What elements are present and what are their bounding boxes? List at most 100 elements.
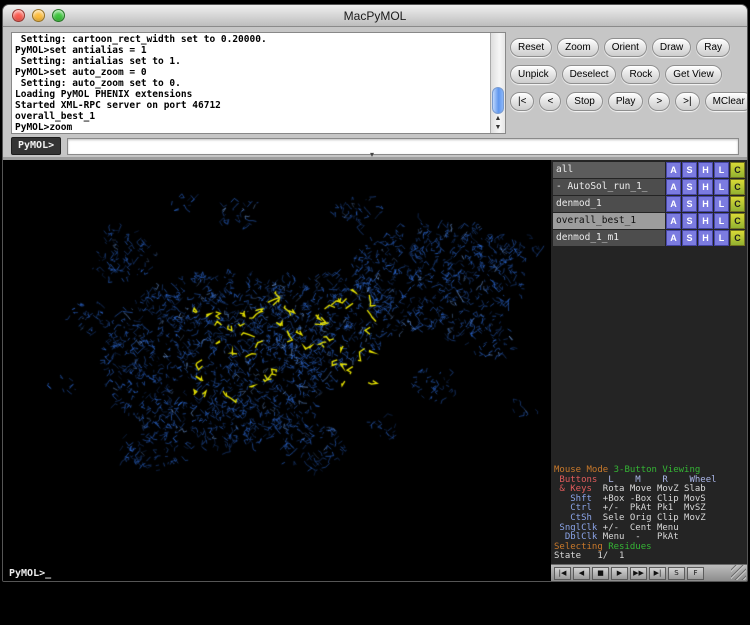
mouse-help-text: L M R Wheel (597, 475, 716, 485)
object-h-menu-button[interactable]: H (698, 162, 713, 178)
main-area: PyMOL>_ allASHLC- AutoSol_run_1_ASHLCden… (3, 160, 747, 581)
object-row: allASHLC (553, 162, 745, 178)
vcr-button[interactable]: ▶ (611, 567, 628, 580)
control-button-[interactable]: > (648, 92, 670, 111)
object-s-menu-button[interactable]: S (682, 162, 697, 178)
object-s-menu-button[interactable]: S (682, 196, 697, 212)
scrollbar-arrows: ▲ ▼ (491, 114, 505, 132)
console-line: Loading PyMOL PHENIX extensions (15, 89, 487, 100)
3d-viewport[interactable]: PyMOL>_ (3, 160, 551, 582)
control-button-[interactable]: |< (510, 92, 534, 111)
mouse-help-text: DblClk (554, 532, 597, 542)
titlebar[interactable]: MacPyMOL (3, 5, 747, 27)
scroll-up-icon[interactable]: ▲ (491, 114, 505, 123)
console-log: Setting: cartoon_rect_width set to 0.200… (12, 33, 490, 133)
scroll-down-icon[interactable]: ▼ (491, 123, 505, 132)
object-name-denmod-1[interactable]: denmod_1 (553, 196, 665, 212)
scrollbar-thumb[interactable] (492, 87, 504, 114)
object-l-menu-button[interactable]: L (714, 230, 729, 246)
mouse-help-text: 3-Button Viewing (608, 465, 700, 475)
control-button-deselect[interactable]: Deselect (562, 65, 617, 84)
object-a-menu-button[interactable]: A (666, 179, 681, 195)
object-c-menu-button[interactable]: C (730, 179, 745, 195)
object-l-menu-button[interactable]: L (714, 213, 729, 229)
object-s-menu-button[interactable]: S (682, 230, 697, 246)
object-a-menu-button[interactable]: A (666, 230, 681, 246)
object-h-menu-button[interactable]: H (698, 196, 713, 212)
object-a-menu-button[interactable]: A (666, 162, 681, 178)
traffic-lights (12, 9, 65, 22)
minimize-button[interactable] (32, 9, 45, 22)
console-line: Setting: auto_zoom set to 0. (15, 78, 487, 89)
object-c-menu-button[interactable]: C (730, 196, 745, 212)
object-name-all[interactable]: all (553, 162, 665, 178)
vcr-button-f[interactable]: F (687, 567, 704, 580)
object-name-overall-best-1[interactable]: overall_best_1 (553, 213, 665, 229)
console-scrollbar[interactable]: ▲ ▼ (490, 33, 505, 133)
mouse-help-text: & Keys (554, 484, 597, 494)
object-c-menu-button[interactable]: C (730, 213, 745, 229)
control-button-unpick[interactable]: Unpick (510, 65, 557, 84)
control-button-mclear[interactable]: MClear (705, 92, 748, 111)
mouse-help-text: Rota Move MovZ Slab (597, 484, 705, 494)
control-button-play[interactable]: Play (608, 92, 643, 111)
object-a-menu-button[interactable]: A (666, 213, 681, 229)
object-l-menu-button[interactable]: L (714, 162, 729, 178)
object-h-menu-button[interactable]: H (698, 213, 713, 229)
object-s-menu-button[interactable]: S (682, 179, 697, 195)
mouse-help-text: Sele Orig Clip MovZ (597, 513, 705, 523)
object-row: overall_best_1ASHLC (553, 213, 745, 229)
object-l-menu-button[interactable]: L (714, 196, 729, 212)
control-button-ray[interactable]: Ray (696, 38, 730, 57)
mouse-help-text: State (554, 551, 587, 561)
window-title: MacPyMOL (344, 9, 407, 23)
control-button-reset[interactable]: Reset (510, 38, 552, 57)
object-a-menu-button[interactable]: A (666, 196, 681, 212)
viewport-prompt: PyMOL>_ (9, 568, 51, 579)
command-row: PyMOL> (3, 135, 747, 157)
control-button-getview[interactable]: Get View (665, 65, 721, 84)
mouse-help-panel: Mouse Mode 3-Button Viewing Buttons L M … (554, 466, 747, 562)
mouse-help-text: Menu - PkAt (597, 532, 678, 542)
mouse-help-text: 1/ 1 (587, 551, 625, 561)
object-name-AutoSol-run-1[interactable]: - AutoSol_run_1_ (553, 179, 665, 195)
upper-gui-pane: Setting: cartoon_rect_width set to 0.200… (3, 28, 747, 157)
object-name-denmod-1-m1[interactable]: denmod_1_m1 (553, 230, 665, 246)
vcr-button[interactable]: ■ (592, 567, 609, 580)
control-button-rock[interactable]: Rock (621, 65, 660, 84)
mouse-help-text: Shft (554, 494, 597, 504)
control-button-[interactable]: < (539, 92, 561, 111)
console-line: Started XML-RPC server on port 46712 (15, 100, 487, 111)
control-button-orient[interactable]: Orient (604, 38, 647, 57)
control-button-stop[interactable]: Stop (566, 92, 603, 111)
control-button-zoom[interactable]: Zoom (557, 38, 599, 57)
command-input[interactable] (67, 138, 739, 155)
object-c-menu-button[interactable]: C (730, 162, 745, 178)
vcr-button-s[interactable]: S (668, 567, 685, 580)
control-button-row: |<<StopPlay>>|MClear (510, 92, 743, 111)
control-button-[interactable]: >| (675, 92, 699, 111)
vcr-button[interactable]: ◀ (573, 567, 590, 580)
object-list: allASHLC- AutoSol_run_1_ASHLCdenmod_1ASH… (551, 160, 747, 246)
density-mesh-canvas[interactable] (3, 160, 551, 582)
object-s-menu-button[interactable]: S (682, 213, 697, 229)
object-l-menu-button[interactable]: L (714, 179, 729, 195)
mouse-help-text: +Box -Box Clip MovS (597, 494, 705, 504)
vcr-button[interactable]: |◀ (554, 567, 571, 580)
command-prompt-label: PyMOL> (11, 137, 61, 155)
vcr-button[interactable]: ▶| (649, 567, 666, 580)
mouse-help-text: CtSh (554, 513, 597, 523)
object-h-menu-button[interactable]: H (698, 230, 713, 246)
mouse-help-text: Residues (608, 542, 651, 552)
console-line: Setting: antialias set to 1. (15, 56, 487, 67)
splitter-grip-icon[interactable]: ▾ (370, 151, 374, 159)
close-button[interactable] (12, 9, 25, 22)
object-h-menu-button[interactable]: H (698, 179, 713, 195)
vcr-button[interactable]: ▶▶ (630, 567, 647, 580)
resize-grip-icon[interactable] (731, 565, 746, 580)
zoom-window-button[interactable] (52, 9, 65, 22)
console-line: overall_best_1 (15, 111, 487, 122)
control-button-draw[interactable]: Draw (652, 38, 691, 57)
mouse-help-text: Selecting (554, 542, 608, 552)
object-c-menu-button[interactable]: C (730, 230, 745, 246)
